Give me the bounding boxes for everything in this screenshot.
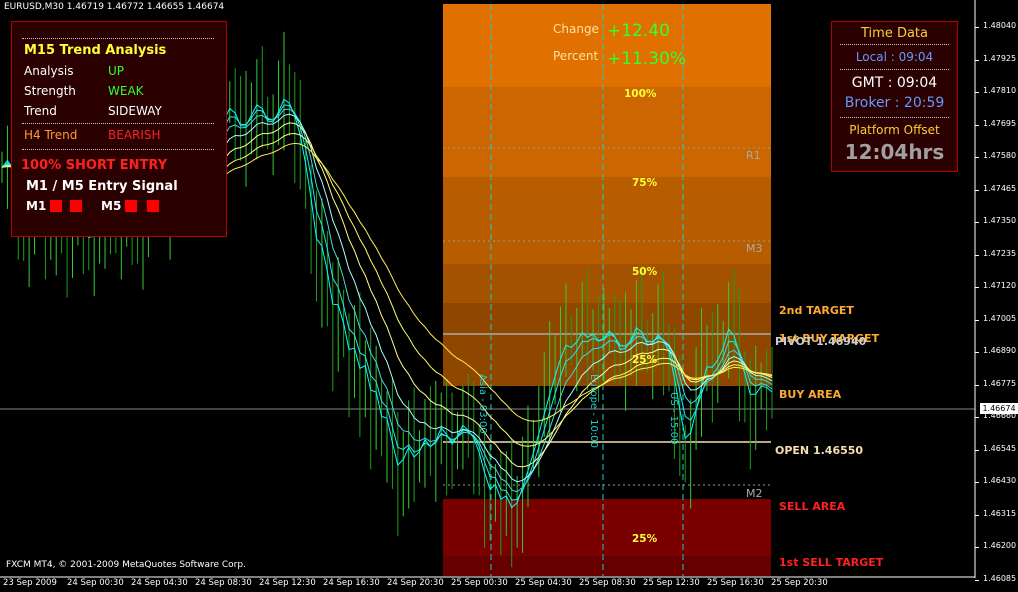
price-tick: 1.46775 — [974, 378, 1017, 388]
broker-time: Broker : 20:59 — [844, 95, 945, 111]
price-tick: 1.46315 — [974, 508, 1017, 518]
zone-band — [443, 303, 771, 386]
level-pivot: PIVOT 1.46940 — [775, 335, 867, 348]
change-label: Change — [553, 22, 599, 36]
zone-band — [443, 4, 771, 87]
zone-pct-75: 75% — [632, 177, 658, 189]
price-tick: 1.47120 — [974, 281, 1017, 290]
separator — [22, 149, 214, 150]
price-tick: 1.47350 — [974, 216, 1017, 225]
price-tick: 1.46430 — [974, 476, 1017, 485]
zone-band — [443, 177, 771, 264]
percent-label: Percent — [553, 49, 599, 63]
trend-row-label-analysis: Analysis — [24, 64, 74, 78]
price-tick: 1.46085 — [974, 573, 1017, 583]
session-label-asia: Asia - 03:00 — [477, 374, 488, 434]
trend-analysis-panel: M15 Trend Analysis Analysis UP Strength … — [11, 21, 227, 237]
time-data-panel: Time Data Local : 09:04 GMT : 09:04 Brok… — [831, 21, 958, 172]
sell-band — [443, 499, 771, 556]
symbol-header: EURUSD,M30 1.46719 1.46772 1.46655 1.466… — [4, 2, 225, 12]
percent-value: +11.30% — [607, 49, 687, 69]
zone-band — [443, 264, 771, 303]
platform-offset-label: Platform Offset — [849, 123, 940, 137]
sell-band — [443, 556, 771, 576]
price-tick: 1.47580 — [974, 151, 1017, 160]
h4-trend-value: BEARISH — [108, 128, 161, 142]
level-sell-area: SELL AREA — [779, 500, 846, 513]
time-tick: 24 Sep 20:30 — [387, 578, 444, 588]
separator — [22, 38, 214, 39]
time-tick: 24 Sep 08:30 — [195, 578, 252, 588]
trend-row-value-trend: SIDEWAY — [108, 104, 162, 118]
price-tick: 1.47235 — [974, 248, 1017, 258]
zone-pct-100: 100% — [624, 88, 657, 100]
level-m3: M3 — [746, 242, 763, 255]
price-axis[interactable]: 1.48040 1.47925 1.47810 1.47695 1.47580 1.474… — [974, 0, 1018, 583]
separator — [840, 44, 949, 45]
zone-pct-25-upper: 25% — [632, 354, 658, 366]
level-first-sell-target: 1st SELL TARGET — [779, 556, 884, 569]
m5-label: M5 — [101, 199, 122, 213]
current-price-tag: 1.46674 — [980, 403, 1018, 414]
trend-row-value-analysis: UP — [108, 64, 125, 78]
time-tick: 24 Sep 16:30 — [323, 578, 380, 588]
m1-signal-square — [70, 200, 82, 212]
level-buy-area: BUY AREA — [779, 388, 842, 401]
entry-signal-text: 100% SHORT ENTRY — [21, 158, 168, 173]
time-tick: 25 Sep 20:30 — [771, 578, 828, 588]
platform-offset-value: 12:04hrs — [844, 140, 945, 164]
price-tick: 1.46545 — [974, 443, 1017, 453]
copyright-text: FXCM MT4, © 2001-2009 MetaQuotes Softwar… — [6, 560, 246, 570]
local-time: Local : 09:04 — [855, 50, 934, 64]
sell-zone — [443, 499, 771, 576]
change-value: +12.40 — [607, 21, 670, 41]
level-m2: M2 — [746, 487, 763, 500]
gmt-time: GMT : 09:04 — [851, 75, 938, 91]
time-tick: 24 Sep 00:30 — [67, 578, 124, 588]
time-tick: 25 Sep 12:30 — [643, 578, 700, 588]
level-r1: R1 — [746, 149, 761, 162]
price-tick: 1.46200 — [974, 541, 1017, 550]
trend-row-label-trend: Trend — [24, 104, 57, 118]
time-tick: 25 Sep 16:30 — [707, 578, 764, 588]
level-open: OPEN 1.46550 — [775, 444, 864, 457]
h4-trend-label: H4 Trend — [24, 128, 78, 142]
m5-signal-square — [125, 200, 137, 212]
price-tick: 1.47810 — [974, 86, 1017, 95]
trend-row-label-strength: Strength — [24, 84, 76, 98]
time-tick: 25 Sep 00:30 — [451, 578, 508, 588]
zone-band — [443, 87, 771, 177]
separator — [840, 69, 949, 70]
separator — [22, 123, 214, 124]
time-tick: 24 Sep 12:30 — [259, 578, 316, 588]
price-tick: 1.48040 — [974, 21, 1017, 30]
time-tick: 23 Sep 2009 — [3, 578, 57, 588]
m1-label: M1 — [26, 199, 47, 213]
session-label-europe: Europe - 10:00 — [588, 374, 599, 448]
price-tick: 1.47925 — [974, 53, 1017, 63]
time-tick: 24 Sep 04:30 — [131, 578, 188, 588]
time-panel-title: Time Data — [861, 26, 928, 41]
time-tick: 25 Sep 08:30 — [579, 578, 636, 588]
time-axis[interactable]: 23 Sep 2009 24 Sep 00:30 24 Sep 04:30 24 Se… — [0, 578, 975, 592]
m1-signal-square — [50, 200, 62, 212]
zone-pct-25-lower: 25% — [632, 533, 658, 545]
price-tick: 1.47005 — [974, 313, 1017, 323]
price-tick: 1.46890 — [974, 346, 1017, 355]
zone-pct-50: 50% — [632, 266, 658, 278]
m5-signal-square — [147, 200, 159, 212]
entry-signal-title: M1 / M5 Entry Signal — [26, 179, 178, 194]
trend-panel-title: M15 Trend Analysis — [24, 43, 167, 58]
trend-row-value-strength: WEAK — [108, 84, 144, 98]
price-tick: 1.47465 — [974, 183, 1017, 193]
separator — [840, 117, 949, 118]
time-tick: 25 Sep 04:30 — [515, 578, 572, 588]
session-label-us: US - 15:00 — [668, 392, 679, 444]
level-second-target: 2nd TARGET — [779, 304, 854, 317]
price-tick: 1.47695 — [974, 118, 1017, 128]
